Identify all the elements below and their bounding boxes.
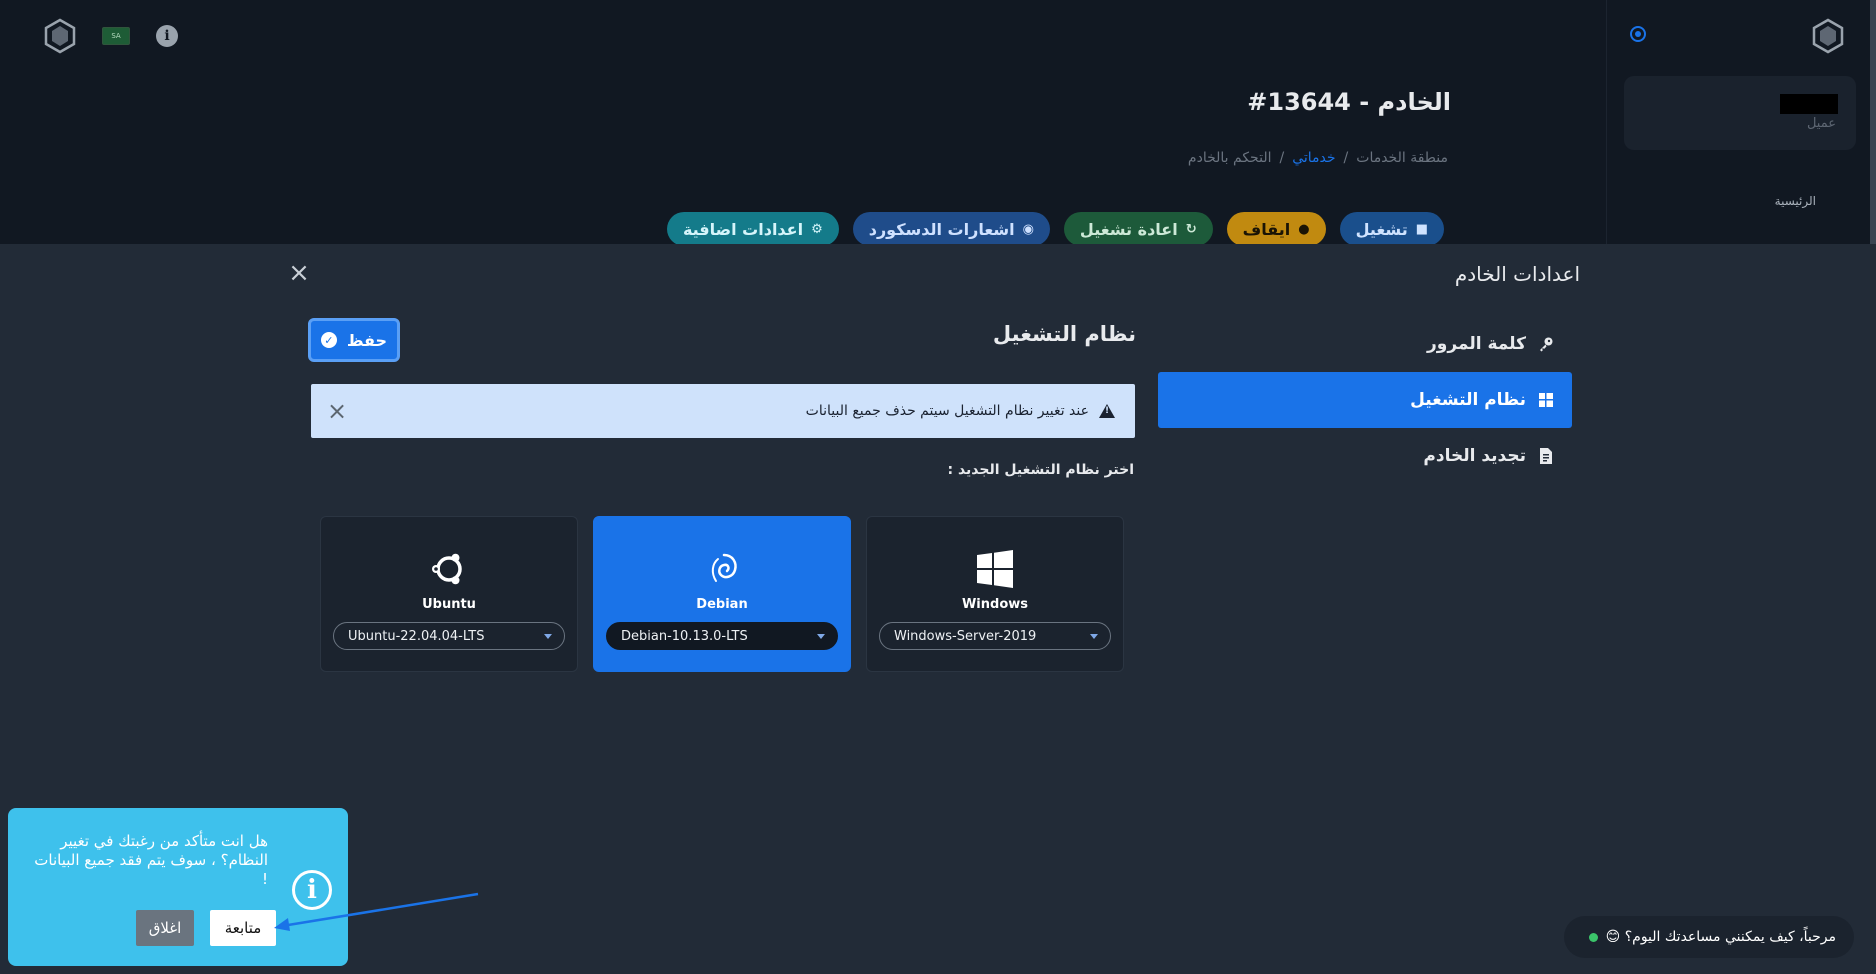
language-flag-icon[interactable]: SA <box>102 27 130 45</box>
os-card-debian[interactable]: Debian Debian-10.13.0-LTS <box>593 516 851 672</box>
stop-square-icon: ■ <box>1415 221 1428 237</box>
settings-menu: نظام التشغيل تجديد الخادم <box>1158 372 1572 484</box>
chevron-down-icon <box>1090 633 1098 639</box>
redacted-username <box>1780 94 1838 114</box>
windows-version-select[interactable]: Windows-Server-2019 <box>879 622 1111 650</box>
chevron-down-icon <box>817 633 825 639</box>
online-status-icon <box>1588 932 1598 942</box>
restart-label: اعادة تشغيل <box>1079 219 1178 239</box>
stop-label: ايقاف <box>1242 219 1291 239</box>
circle-icon: ● <box>1298 221 1310 237</box>
select-value: Ubuntu-22.04.04-LTS <box>348 628 485 644</box>
discord-notifications-button[interactable]: ◉ اشعارات الدسكورد <box>852 212 1050 246</box>
alert-message: عند تغيير نظام التشغيل سيتم حذف جميع الب… <box>806 403 1115 419</box>
os-name: Windows <box>961 597 1029 612</box>
os-card-ubuntu[interactable]: Ubuntu Ubuntu-22.04.04-LTS <box>320 516 578 672</box>
menu-item-renew[interactable]: تجديد الخادم <box>1158 428 1572 484</box>
breadcrumb-services[interactable]: منطقة الخدمات <box>1356 150 1448 166</box>
refresh-icon: ↻ <box>1185 221 1197 237</box>
choose-os-label: اختر نظام التشغيل الجديد : <box>947 462 1134 478</box>
start-button[interactable]: ■ تشغيل <box>1339 212 1444 246</box>
key-icon <box>1538 336 1554 352</box>
continue-button[interactable]: متابعة <box>210 910 276 946</box>
menu-item-label: كلمة المرور <box>1427 334 1526 354</box>
page-background <box>0 0 1876 244</box>
start-label: تشغيل <box>1355 219 1408 239</box>
menu-item-label: نظام التشغيل <box>1410 390 1526 410</box>
confirm-popup: هل انت متأكد من رغبتك في تغيير النظام؟ ،… <box>8 808 348 966</box>
extra-label: اعدادات اضافية <box>682 219 804 239</box>
breadcrumb-server-control: التحكم بالخادم <box>1187 150 1272 166</box>
modal-close-icon[interactable]: × <box>288 260 310 286</box>
os-name: Debian <box>696 597 748 612</box>
sidebar-logo-icon[interactable] <box>1812 18 1844 54</box>
os-options: Ubuntu Ubuntu-22.04.04-LTS Debian Debian… <box>320 516 1124 672</box>
discord-icon: ◉ <box>1022 221 1034 237</box>
ubuntu-icon <box>427 547 471 591</box>
menu-item-password[interactable]: كلمة المرور <box>1158 316 1572 372</box>
flag-label: SA <box>111 32 121 40</box>
os-name: Ubuntu <box>422 597 476 612</box>
alert-close-icon[interactable]: × <box>327 397 347 425</box>
menu-item-os[interactable]: نظام التشغيل <box>1158 372 1572 428</box>
chevron-down-icon <box>544 633 552 639</box>
close-button[interactable]: اغلاق <box>136 910 194 946</box>
radio-dot-icon[interactable] <box>1630 26 1646 42</box>
debian-icon <box>700 547 744 591</box>
discord-label: اشعارات الدسكورد <box>868 219 1015 239</box>
windows-logo-icon <box>973 547 1017 591</box>
check-icon: ✓ <box>320 332 337 348</box>
warning-alert: × عند تغيير نظام التشغيل سيتم حذف جميع ا… <box>311 384 1135 438</box>
save-label: حفظ <box>346 330 388 350</box>
windows-icon <box>1538 392 1554 408</box>
sidebar-item-home[interactable]: الرئيسية <box>1775 194 1816 208</box>
top-toolbar: SA i <box>44 18 178 54</box>
info-icon[interactable]: i <box>156 25 178 47</box>
client-label: عميل <box>1806 116 1836 131</box>
breadcrumb-sep: / <box>1279 150 1285 166</box>
alert-text: عند تغيير نظام التشغيل سيتم حذف جميع الب… <box>805 403 1089 419</box>
invoice-icon <box>1538 448 1554 464</box>
os-card-windows[interactable]: Windows Windows-Server-2019 <box>866 516 1124 672</box>
ubuntu-version-select[interactable]: Ubuntu-22.04.04-LTS <box>333 622 565 650</box>
chat-widget[interactable]: مرحباً، كيف يمكنني مساعدتك اليوم؟ 😊 <box>1564 916 1854 958</box>
select-value: Debian-10.13.0-LTS <box>621 628 748 644</box>
os-section-title: نظام التشغيل <box>992 322 1136 346</box>
chat-text: مرحباً، كيف يمكنني مساعدتك اليوم؟ 😊 <box>1605 929 1836 945</box>
breadcrumb-my-services[interactable]: خدماتي <box>1292 150 1335 166</box>
server-actions: ■ تشغيل ● ايقاف ↻ اعادة تشغيل ◉ اشعارات الدس… <box>666 212 1444 246</box>
breadcrumb-sep: / <box>1343 150 1349 166</box>
save-button[interactable]: حفظ ✓ <box>308 318 400 362</box>
warning-icon <box>1099 404 1115 418</box>
modal-title: اعدادات الخادم <box>1454 262 1580 286</box>
breadcrumb: منطقة الخدمات / خدماتي / التحكم بالخادم <box>1188 150 1448 166</box>
menu-item-label: تجديد الخادم <box>1423 446 1526 466</box>
logo-icon[interactable] <box>44 18 76 54</box>
annotation-arrow <box>274 892 479 931</box>
debian-version-select[interactable]: Debian-10.13.0-LTS <box>606 622 838 650</box>
page-title: الخادم - 13644# <box>1247 88 1451 116</box>
extra-settings-button[interactable]: ⚙ اعدادات اضافية <box>666 212 839 246</box>
popup-message: هل انت متأكد من رغبتك في تغيير النظام؟ ،… <box>34 832 268 888</box>
select-value: Windows-Server-2019 <box>894 628 1037 644</box>
stop-button[interactable]: ● ايقاف <box>1226 212 1326 246</box>
restart-button[interactable]: ↻ اعادة تشغيل <box>1063 212 1213 246</box>
gear-icon: ⚙ <box>811 221 823 237</box>
